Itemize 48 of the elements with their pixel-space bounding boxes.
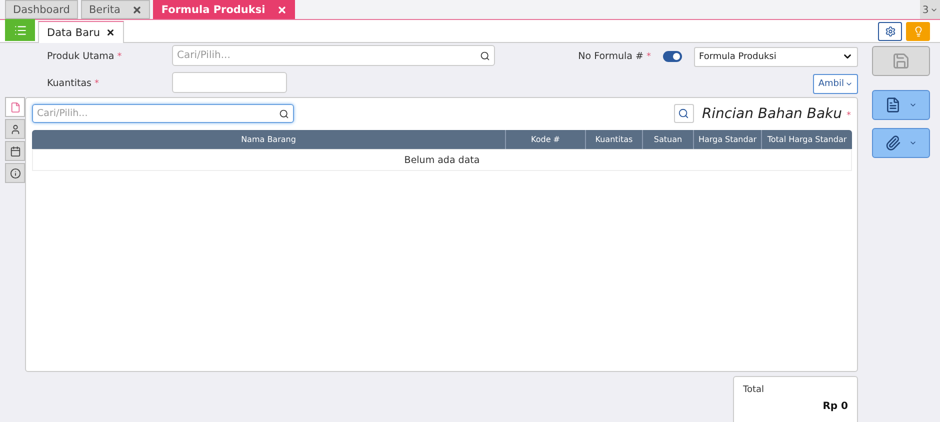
field-label: Produk Utama *	[47, 50, 123, 64]
search-field[interactable]: Cari/Pilih...	[32, 104, 294, 123]
empty-message: Belum ada data	[404, 154, 480, 166]
chevron-down-icon	[930, 6, 938, 14]
document-tab[interactable]	[5, 97, 25, 117]
column-header: Kode #	[505, 130, 585, 149]
chevron-down-icon	[909, 139, 917, 147]
settings-button[interactable]	[878, 22, 902, 41]
module-tab[interactable]: Formula Produksi	[153, 0, 296, 19]
total-value: Rp 0	[822, 401, 848, 412]
settings-icon	[884, 26, 896, 37]
document-tab[interactable]: Data Baru	[38, 21, 124, 43]
menu-icon	[14, 24, 26, 36]
document-icon	[885, 97, 901, 113]
search-field[interactable]: Cari/Pilih...	[172, 45, 495, 66]
ambil-button[interactable]: Ambil	[813, 74, 858, 94]
column-header: Total Harga Standar	[761, 130, 852, 149]
info-icon	[10, 168, 20, 178]
input-field[interactable]	[172, 72, 287, 93]
formula-select[interactable]: Formula Produksi	[694, 46, 858, 66]
panel-title: Rincian Bahan Baku *	[702, 106, 851, 122]
column-header: Nama Barang	[240, 134, 297, 146]
column-header: Satuan	[642, 130, 693, 149]
column-header: Harga Standar	[693, 130, 761, 149]
module-tab[interactable]: Berita	[80, 0, 150, 19]
total-label: Total	[743, 385, 766, 395]
field-label: No Formula # *	[578, 51, 651, 62]
paperclip-icon	[885, 135, 901, 151]
person-icon	[10, 124, 20, 134]
close-icon[interactable]	[106, 28, 116, 37]
toggle-switch[interactable]	[663, 51, 682, 62]
search-icon	[480, 50, 490, 60]
document-icon	[10, 102, 20, 112]
person-tab[interactable]	[5, 119, 25, 139]
tab-count-dropdown[interactable]: 3	[920, 0, 940, 20]
calendar-icon	[10, 146, 20, 156]
info-tab[interactable]	[5, 163, 25, 183]
field-label: Kuantitas *	[47, 77, 100, 91]
module-tab[interactable]: Dashboard	[5, 0, 78, 19]
attachment-button[interactable]	[872, 128, 930, 158]
document-button[interactable]	[872, 90, 930, 120]
search-icon	[678, 108, 690, 119]
search-icon	[279, 108, 289, 118]
chevron-down-icon	[909, 101, 917, 109]
search-button[interactable]	[674, 104, 694, 123]
lightbulb-icon	[912, 26, 924, 37]
column-header: Kuantitas	[585, 130, 642, 149]
calendar-tab[interactable]	[5, 141, 25, 161]
